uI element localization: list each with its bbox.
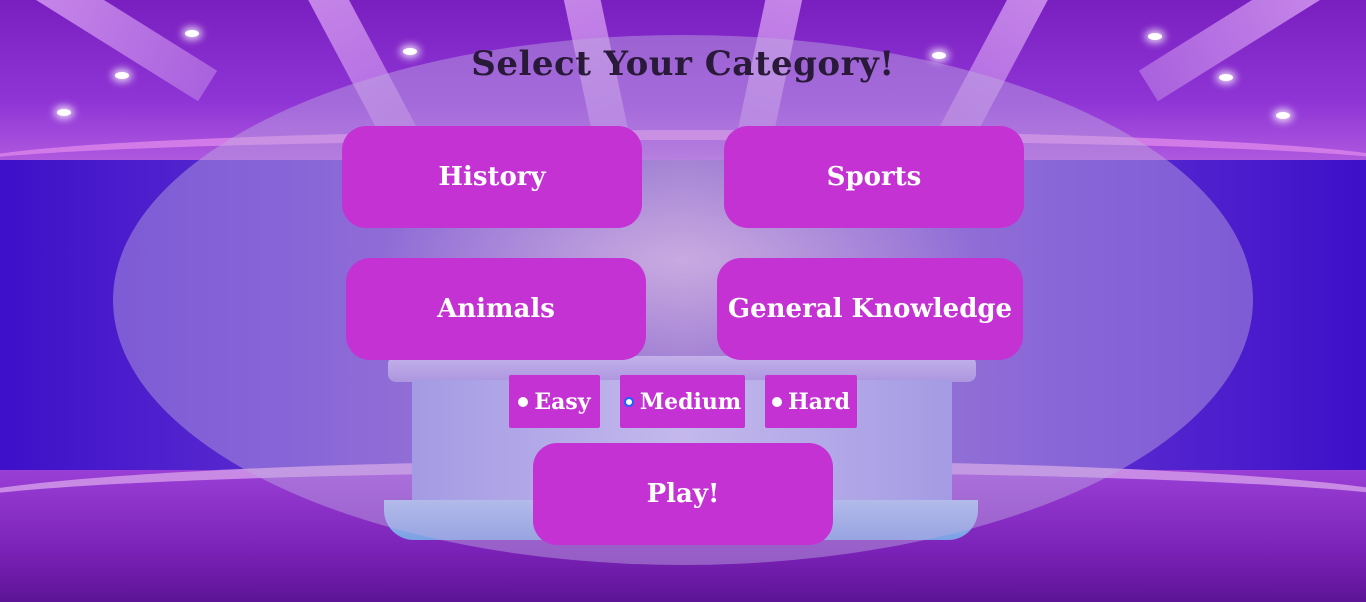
category-sports-button[interactable]: Sports (724, 126, 1024, 228)
difficulty-easy-label: Easy (534, 388, 591, 415)
difficulty-option-easy[interactable]: Easy (509, 375, 600, 428)
play-button[interactable]: Play! (533, 443, 833, 545)
difficulty-option-hard[interactable]: Hard (765, 375, 857, 428)
category-history-button[interactable]: History (342, 126, 642, 228)
ceiling-light (57, 109, 71, 116)
ceiling-light (1276, 112, 1290, 119)
difficulty-easy-radio[interactable] (518, 396, 529, 407)
difficulty-hard-label: Hard (787, 388, 850, 415)
quiz-stage-background: Select Your Category! History Sports Ani… (0, 0, 1366, 602)
difficulty-medium-radio[interactable] (623, 396, 634, 407)
category-general-knowledge-button[interactable]: General Knowledge (717, 258, 1023, 360)
category-animals-button[interactable]: Animals (346, 258, 646, 360)
difficulty-hard-radio[interactable] (771, 396, 782, 407)
ceiling-light (1148, 33, 1162, 40)
ceiling-light (185, 30, 199, 37)
difficulty-medium-label: Medium (639, 388, 742, 415)
page-title: Select Your Category! (471, 44, 895, 84)
difficulty-option-medium[interactable]: Medium (620, 375, 745, 428)
